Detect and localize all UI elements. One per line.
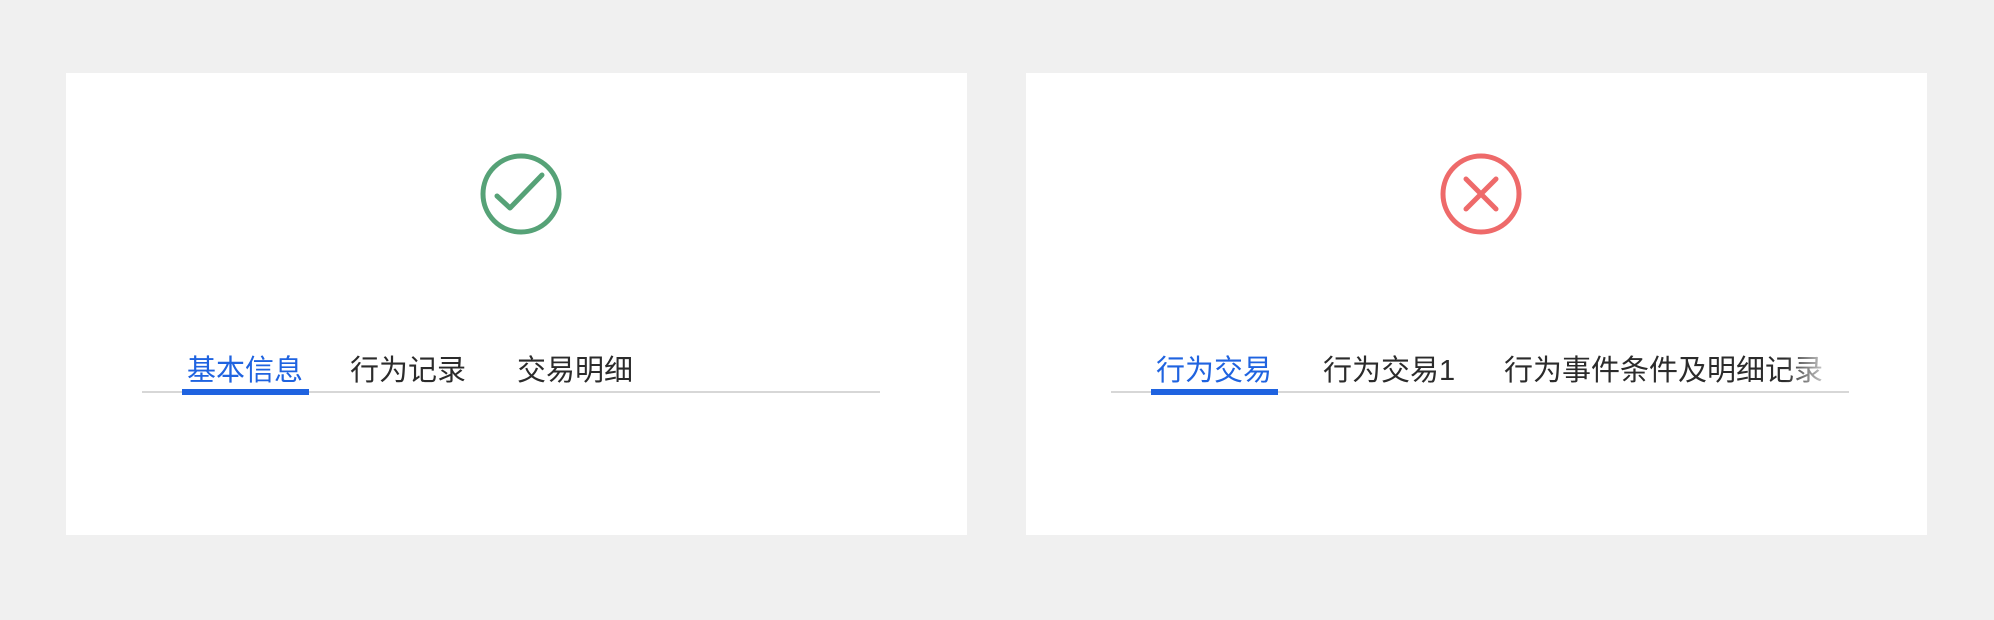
correct-example-panel: 基本信息 行为记录 交易明细 — [66, 73, 967, 535]
tab-behavior-transaction[interactable]: 行为交易 — [1156, 351, 1272, 391]
tab-bar: 基本信息 行为记录 交易明细 — [142, 351, 880, 395]
tab-behavior-record[interactable]: 行为记录 — [350, 351, 466, 391]
active-tab-indicator — [182, 389, 309, 395]
tab-behavior-event-condition-detail[interactable]: 行为事件条件及明细记录 — [1504, 351, 1829, 391]
tab-transaction-detail[interactable]: 交易明细 — [517, 351, 633, 391]
close-circle-icon — [1440, 153, 1522, 235]
incorrect-example-panel: 行为交易 行为交易1 行为事件条件及明细记录 — [1026, 73, 1927, 535]
tab-bar: 行为交易 行为交易1 行为事件条件及明细记录 — [1111, 351, 1849, 395]
tab-behavior-transaction-1[interactable]: 行为交易1 — [1323, 351, 1455, 391]
check-circle-icon — [480, 153, 562, 235]
active-tab-indicator — [1151, 389, 1278, 395]
tab-basic-info[interactable]: 基本信息 — [187, 351, 303, 391]
